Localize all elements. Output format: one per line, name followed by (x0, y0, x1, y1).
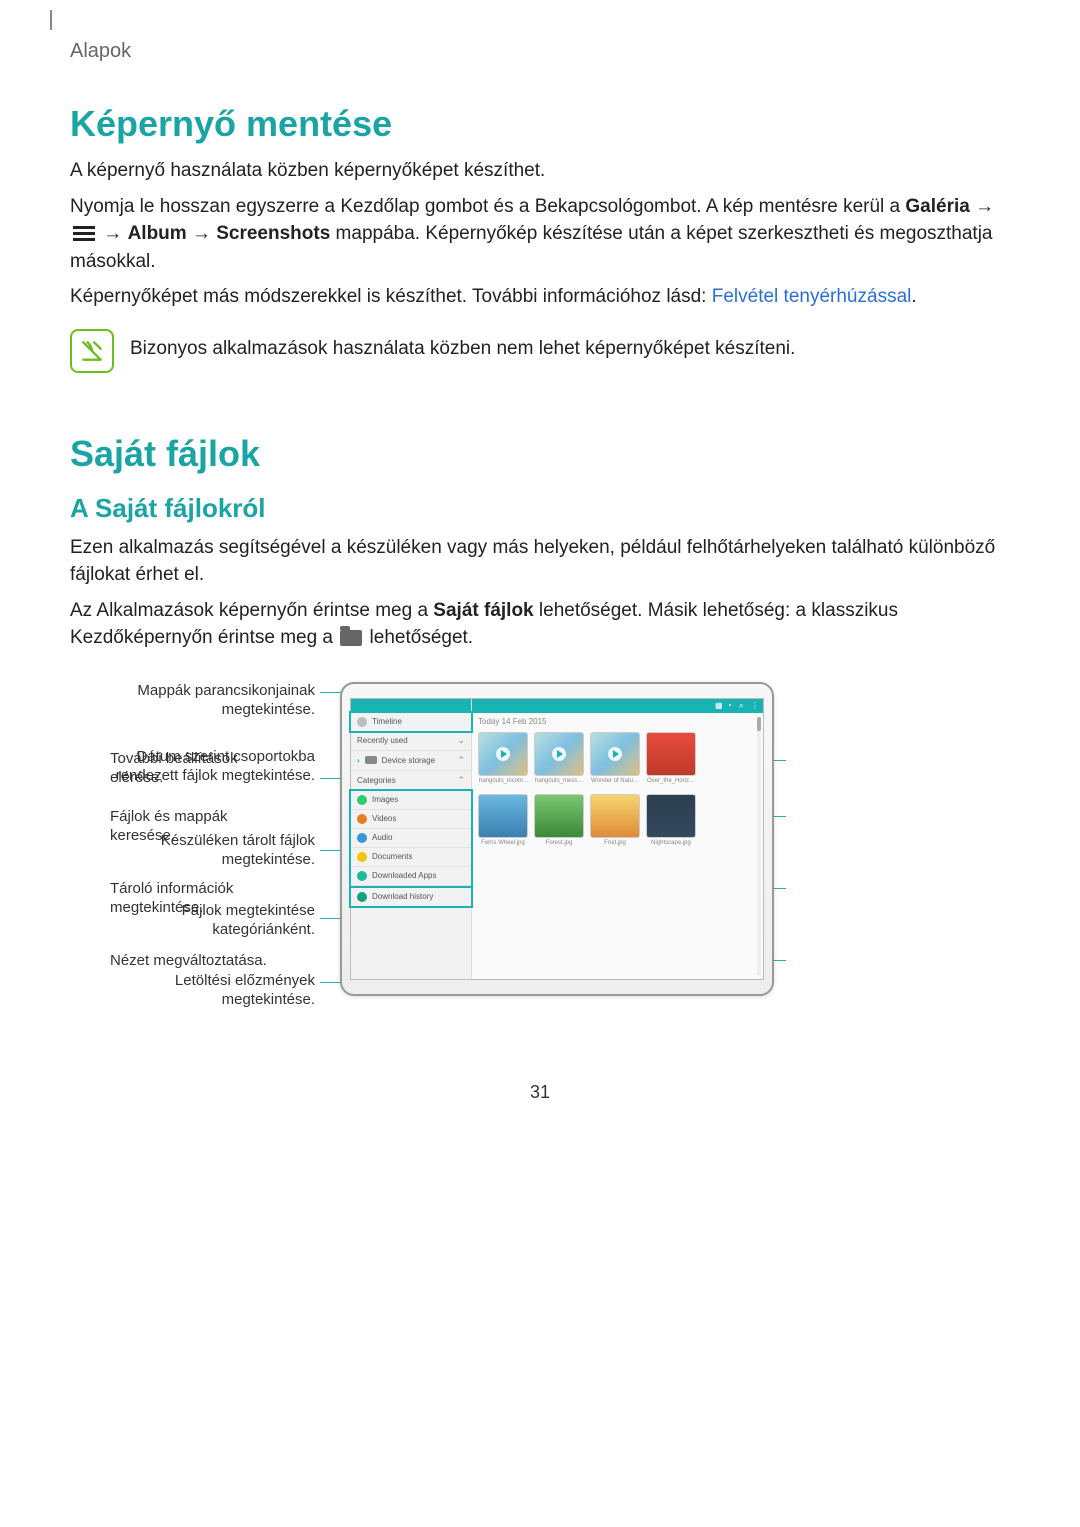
chevron-down-icon: ⌄ (457, 735, 465, 746)
hamburger-icon (73, 226, 95, 242)
device-icon (365, 756, 377, 764)
doc-icon (357, 852, 367, 862)
more-icon[interactable]: ⋮ (751, 702, 759, 710)
callout-search: Fájlok és mappák keresése. (110, 808, 290, 846)
tablet-sidebar: Timeline Recently used ⌄ › Device storag… (351, 699, 472, 979)
thumb-wonder[interactable] (590, 732, 640, 776)
callout-view: Nézet megváltoztatása. (110, 952, 290, 971)
search-icon[interactable]: ⌕ (739, 702, 747, 710)
scrollbar[interactable] (757, 717, 761, 975)
sb-timeline[interactable]: Timeline (349, 711, 473, 733)
apps-icon (357, 871, 367, 881)
thumb-ferris[interactable] (478, 794, 528, 838)
tablet-mockup: Timeline Recently used ⌄ › Device storag… (340, 682, 774, 996)
thumb-hangouts-1[interactable] (478, 732, 528, 776)
section-label: Alapok (70, 40, 1010, 63)
myfiles-desc: Ezen alkalmazás segítségével a készüléke… (70, 534, 1010, 589)
sb-videos[interactable]: Videos (351, 810, 471, 829)
image-icon (357, 795, 367, 805)
sb-device[interactable]: › Device storage ⌃ (351, 751, 471, 771)
subheading-about: A Saját fájlokról (70, 493, 1010, 524)
heading-screenshot: Képernyő mentése (70, 103, 1010, 145)
chevron-up-icon: ⌃ (457, 775, 465, 786)
screenshot-path: Nyomja le hosszan egyszerre a Kezdőlap g… (70, 193, 1010, 276)
callout-download: Letöltési előzmények megtekintése. (110, 972, 315, 1010)
heading-myfiles: Saját fájlok (70, 433, 1010, 475)
thumb-hangouts-2[interactable] (534, 732, 584, 776)
thumb-horizon[interactable] (646, 732, 696, 776)
note-icon (70, 329, 114, 373)
diagram-myfiles: Mappák parancsikonjainak megtekintése. D… (110, 682, 970, 1022)
bold-screenshots: Screenshots (216, 223, 330, 244)
bold-galeria: Galéria (905, 196, 969, 217)
note-text: Bizonyos alkalmazások használata közben … (130, 329, 795, 363)
screenshot-intro: A képernyő használata közben képernyőkép… (70, 157, 1010, 185)
storage-icon[interactable]: ◔ (727, 702, 735, 710)
sb-download[interactable]: Download history (349, 886, 473, 908)
video-icon (357, 814, 367, 824)
tablet-main: ▦ ◔ ⌕ ⋮ Today 14 Feb 2015 hangouts_incom… (472, 699, 763, 979)
callout-more: További beállítások elérése. (110, 750, 290, 788)
sb-audio[interactable]: Audio (351, 829, 471, 848)
thumb-night[interactable] (646, 794, 696, 838)
bold-sajat-fajlok: Saját fájlok (433, 600, 533, 621)
thumb-forest[interactable] (534, 794, 584, 838)
callout-shortcuts: Mappák parancsikonjainak megtekintése. (110, 682, 315, 720)
main-date: Today 14 Feb 2015 (472, 713, 763, 730)
clock-icon (357, 717, 367, 727)
thumb-fruit[interactable] (590, 794, 640, 838)
folder-icon (340, 630, 362, 646)
sb-categories[interactable]: Categories ⌃ (351, 771, 471, 791)
sb-apps[interactable]: Downloaded Apps (351, 867, 471, 886)
download-icon (357, 892, 367, 902)
grid-view-icon[interactable]: ▦ (715, 702, 723, 710)
bold-album: Album (128, 223, 187, 244)
link-palm-swipe[interactable]: Felvétel tenyérhúzással (712, 286, 912, 307)
audio-icon (357, 833, 367, 843)
chevron-up-icon: ⌃ (457, 755, 465, 766)
callout-storage: Tároló információk megtekintése. (110, 880, 290, 918)
sb-documents[interactable]: Documents (351, 848, 471, 867)
myfiles-open: Az Alkalmazások képernyőn érintse meg a … (70, 597, 1010, 652)
page-number: 31 (70, 1082, 1010, 1103)
sb-recent[interactable]: Recently used ⌄ (351, 731, 471, 751)
note-block: Bizonyos alkalmazások használata közben … (70, 329, 1010, 373)
sb-images[interactable]: Images (351, 791, 471, 810)
screenshot-more: Képernyőképet más módszerekkel is készít… (70, 283, 1010, 311)
